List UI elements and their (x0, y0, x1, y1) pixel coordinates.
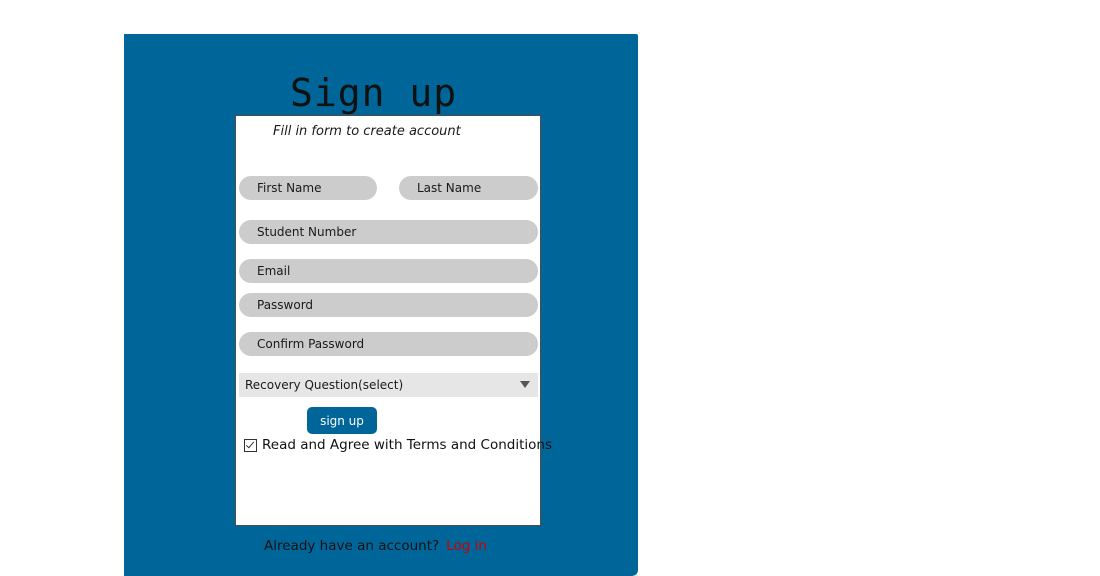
terms-row: Read and Agree with Terms and Conditions (244, 437, 552, 453)
recovery-question-selected: Recovery Question(select) (245, 378, 404, 392)
login-link[interactable]: Log in (446, 538, 487, 554)
login-prompt-row: Already have an account? Log in (264, 538, 487, 554)
last-name-input[interactable] (399, 176, 538, 200)
terms-checkbox[interactable] (244, 438, 257, 452)
first-name-input[interactable] (239, 176, 377, 200)
student-number-input[interactable] (239, 220, 538, 244)
chevron-down-icon (520, 381, 530, 388)
sign-up-button[interactable]: sign up (307, 407, 377, 434)
confirm-password-input[interactable] (239, 332, 538, 356)
form-subtitle: Fill in form to create account (273, 124, 461, 139)
terms-label: Read and Agree with Terms and Conditions (262, 437, 552, 453)
login-prompt-text: Already have an account? (264, 538, 440, 554)
password-input[interactable] (239, 293, 538, 317)
email-input[interactable] (239, 259, 538, 283)
page-title: Sign up (290, 71, 458, 115)
recovery-question-select[interactable]: Recovery Question(select) (239, 373, 538, 397)
